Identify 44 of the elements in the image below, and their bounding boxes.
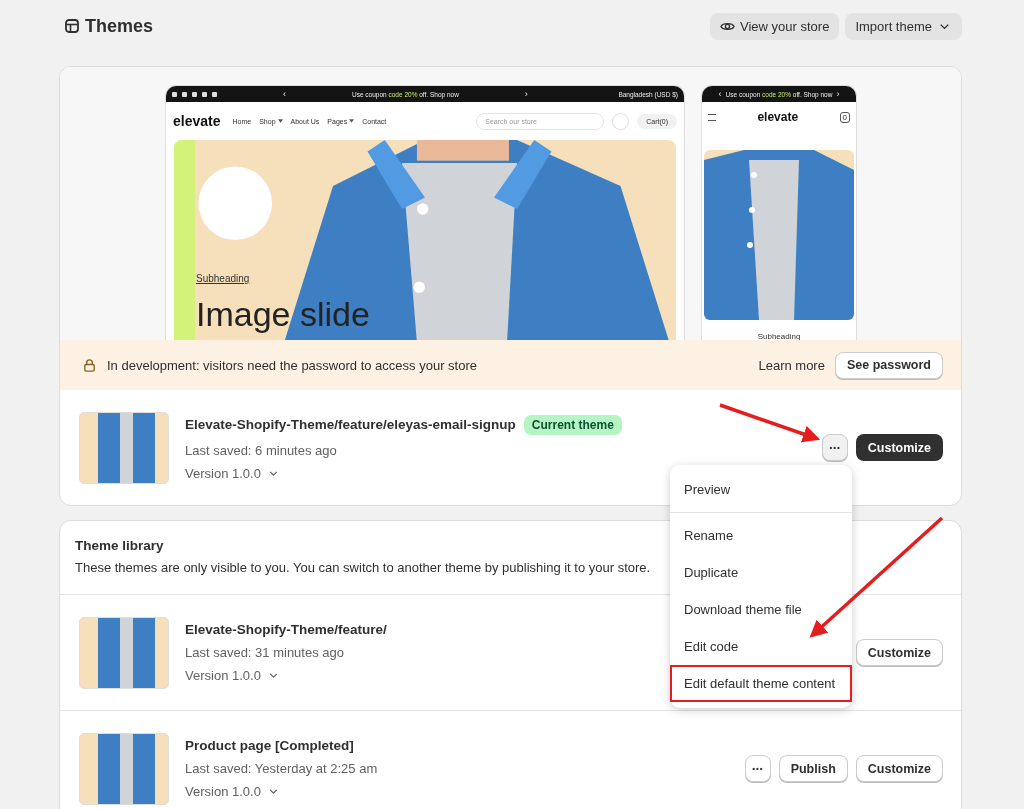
view-store-button[interactable]: View your store [710, 12, 840, 40]
version-dropdown[interactable]: Version 1.0.0 [185, 668, 280, 683]
more-actions-button[interactable]: ••• [822, 434, 848, 461]
last-saved-text: Last saved: 6 minutes ago [185, 442, 337, 458]
see-password-button[interactable]: See password [834, 351, 943, 379]
previous-arrow: ‹ [283, 89, 286, 99]
import-theme-button[interactable]: Import theme [845, 12, 962, 40]
theme-icon [64, 18, 80, 34]
banner-text: In development: visitors need the password to access your store [107, 357, 477, 373]
menu-item[interactable]: Download theme file [670, 591, 852, 628]
next-arrow: › [836, 89, 840, 99]
menu-item[interactable]: Duplicate [670, 554, 852, 591]
hero-subheading: Subheading [196, 273, 250, 284]
last-saved-text: Last saved: Yesterday at 2:25 am [185, 761, 378, 776]
page-title: Themes [85, 15, 154, 37]
menu-item[interactable]: Preview [670, 471, 852, 508]
hero-subheading: Subheading [757, 332, 801, 340]
cart-count: 0 [839, 111, 850, 123]
learn-more-link[interactable]: Learn more [758, 357, 825, 373]
store-logo: elevate [757, 110, 799, 124]
hero-heading: Image slide [196, 295, 370, 334]
publish-button[interactable]: Publish [778, 755, 848, 782]
menu-item[interactable]: Edit code [670, 628, 852, 665]
current-theme-badge: Current theme [523, 414, 622, 435]
previous-arrow: ‹ [718, 89, 722, 99]
version-dropdown[interactable]: Version 1.0.0 [185, 465, 280, 481]
store-logo: elevate [173, 113, 221, 129]
menu-item[interactable]: Edit default theme content [670, 665, 852, 702]
version-dropdown[interactable]: Version 1.0.0 [185, 784, 280, 799]
theme-name: Elevate-Shopify-Theme/feature/ [185, 622, 387, 637]
menu-icon [708, 113, 716, 121]
last-saved-text: Last saved: 31 minutes ago [185, 645, 344, 660]
section-description: These themes are only visible to you. You can switch to another theme by publishing it to your store. [75, 560, 651, 575]
more-actions-button[interactable]: ••• [745, 755, 771, 782]
customize-button[interactable]: Customize [855, 434, 943, 461]
menu-item[interactable]: Rename [670, 517, 852, 554]
next-arrow: › [524, 89, 528, 99]
lock-icon [82, 357, 97, 373]
customize-button[interactable]: Customize [855, 639, 943, 666]
social-icons [172, 91, 217, 97]
customize-button[interactable]: Customize [855, 755, 943, 782]
theme-name: Elevate-Shopify-Theme/feature/eleyas-email-signup [185, 417, 516, 432]
theme-name: Product page [Completed] [185, 738, 354, 753]
section-title: Theme library [75, 538, 165, 553]
